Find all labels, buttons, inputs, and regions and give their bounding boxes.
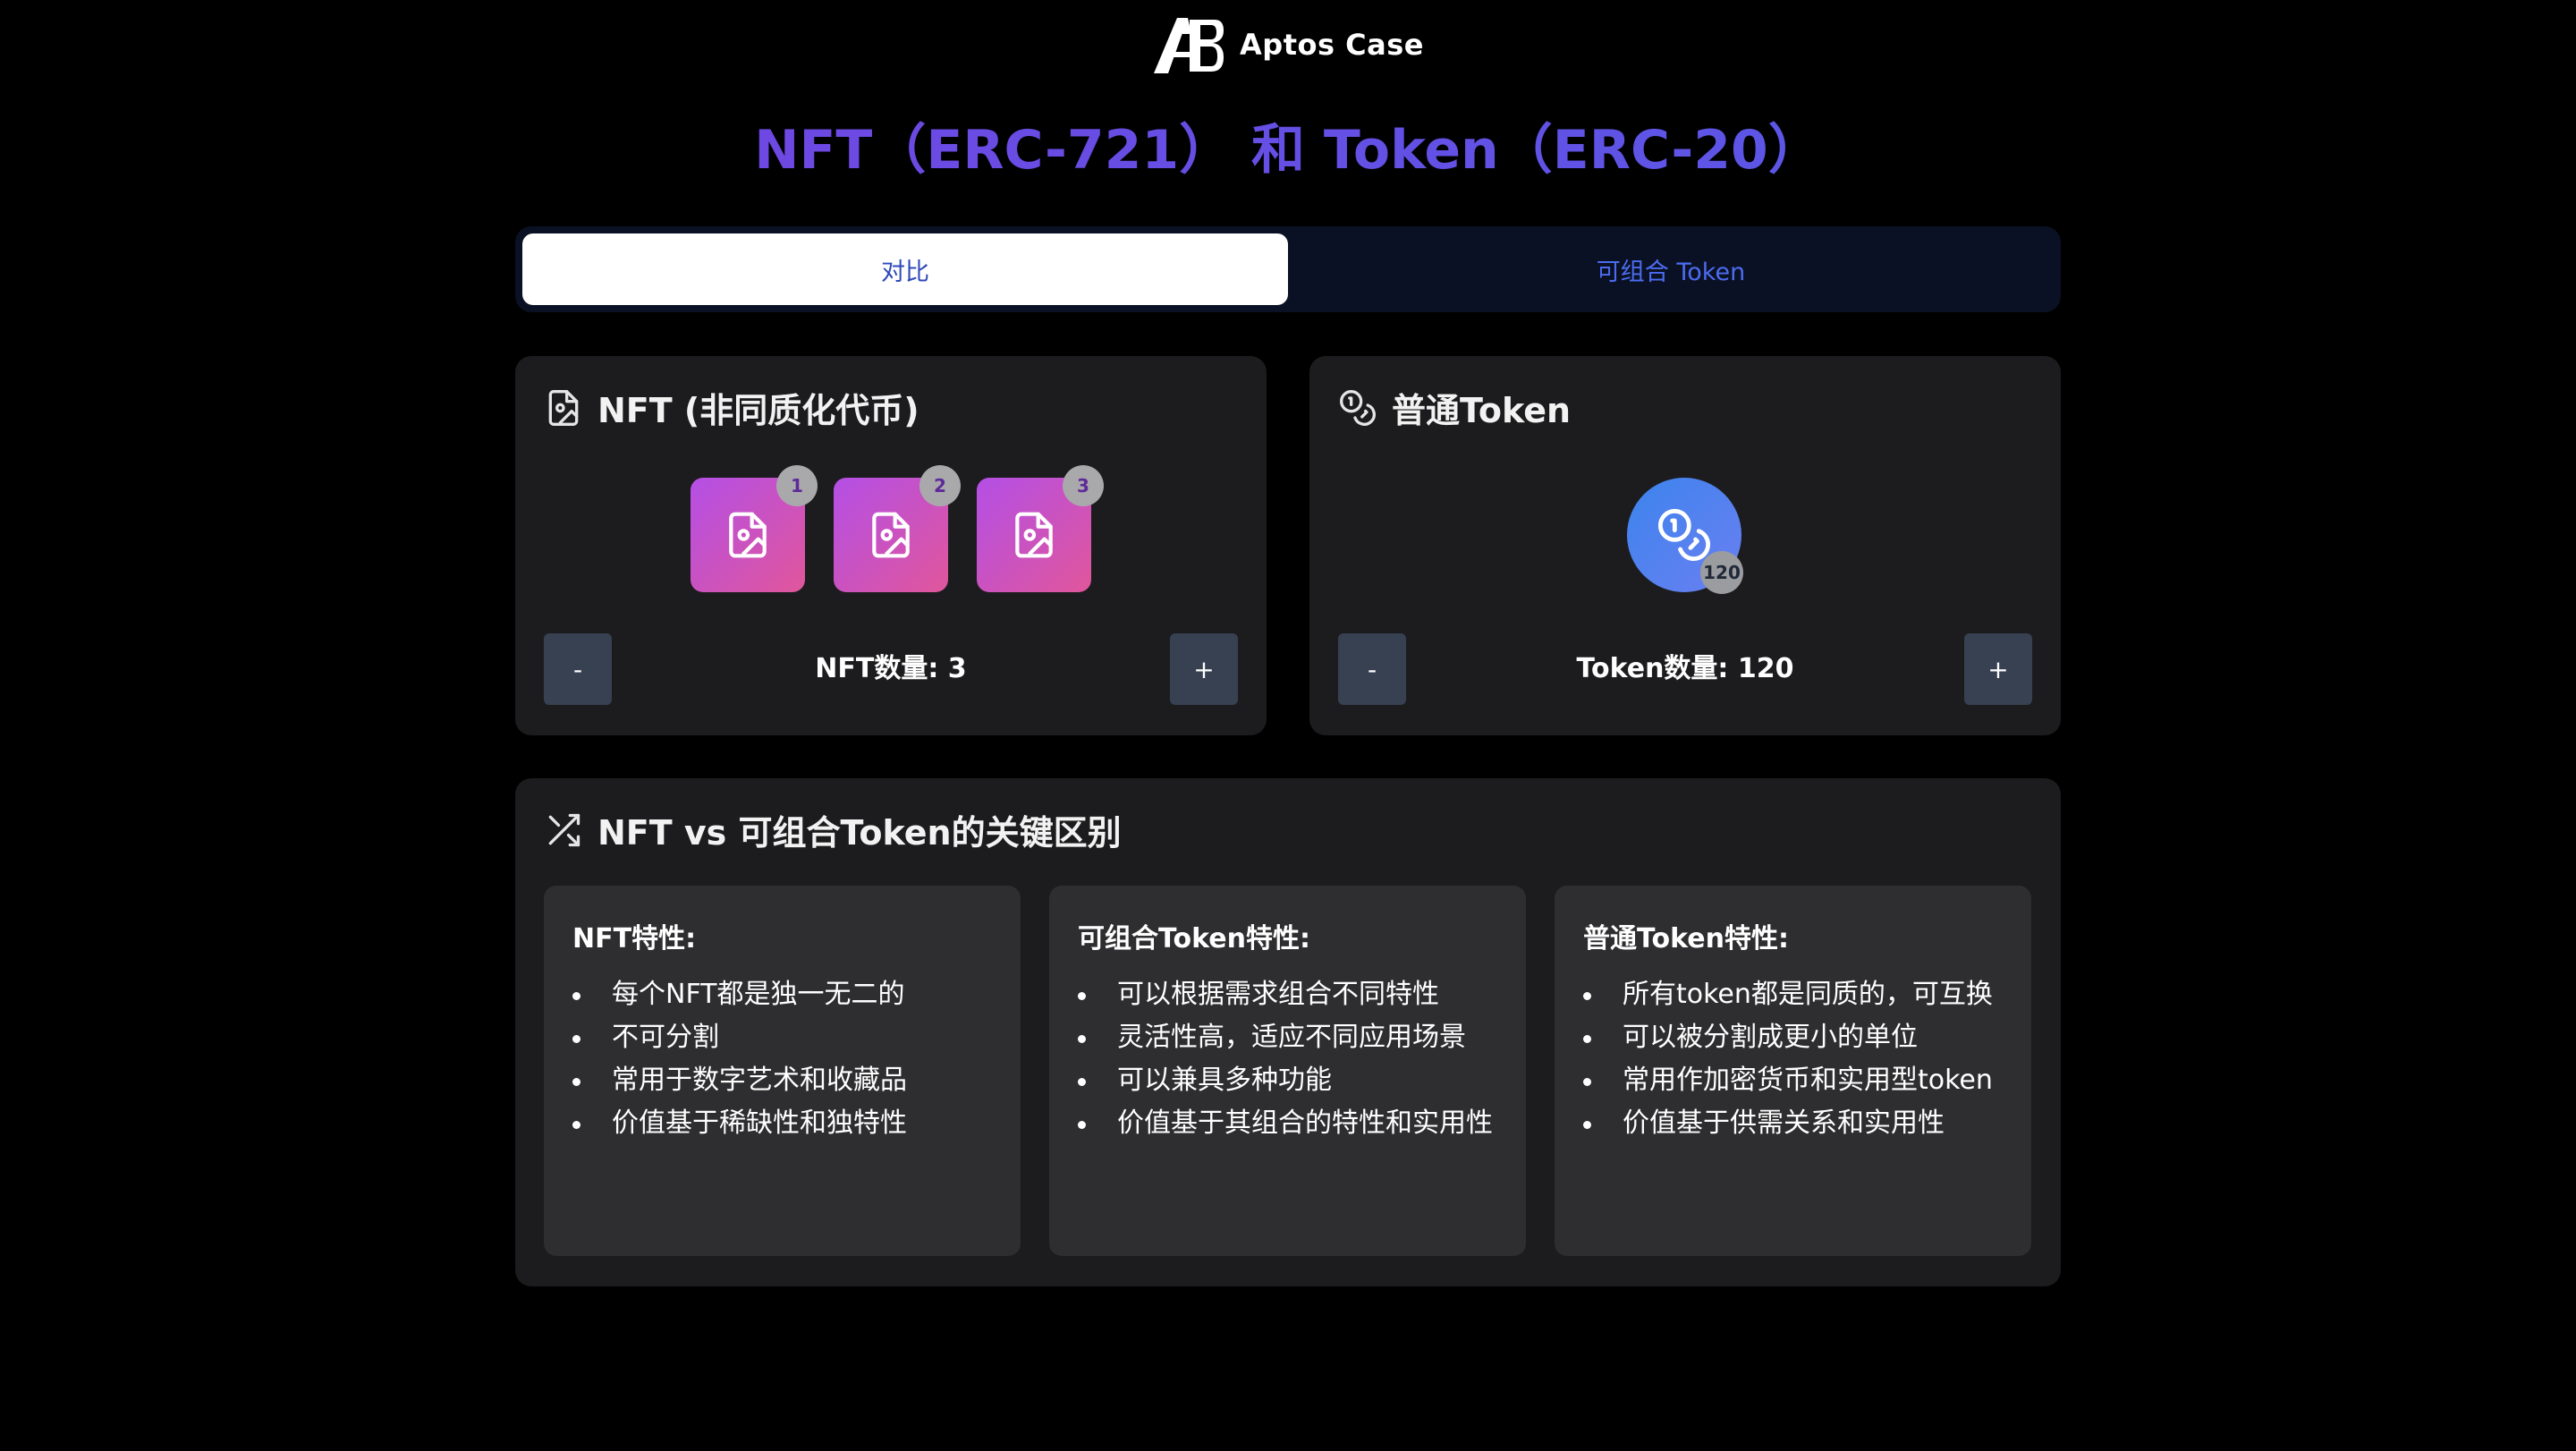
composable-token-features-panel: 可组合Token特性: 可以根据需求组合不同特性 灵活性高，适应不同应用场景 可… bbox=[1049, 886, 1526, 1256]
regular-token-features-panel: 普通Token特性: 所有token都是同质的，可互换 可以被分割成更小的单位 … bbox=[1555, 886, 2031, 1256]
token-card: 普通Token 120 Token数量: 120 - + bbox=[1309, 356, 2061, 735]
token-count-badge: 120 bbox=[1700, 551, 1743, 594]
list-item: 可以根据需求组合不同特性 bbox=[1078, 973, 1497, 1016]
list-item: 所有token都是同质的，可互换 bbox=[1583, 973, 2003, 1016]
list-item: 价值基于稀缺性和独特性 bbox=[572, 1102, 992, 1145]
panel-title: 可组合Token特性: bbox=[1078, 923, 1310, 955]
list-item: 不可分割 bbox=[572, 1016, 992, 1059]
feature-list: 所有token都是同质的，可互换 可以被分割成更小的单位 常用作加密货币和实用型… bbox=[1583, 973, 2003, 1145]
token-card-header: 普通Token bbox=[1338, 383, 1571, 432]
differences-card: NFT vs 可组合Token的关键区别 NFT特性: 每个NFT都是独一无二的… bbox=[515, 778, 2061, 1286]
nft-tile: 2 bbox=[834, 465, 961, 592]
panel-title: 普通Token特性: bbox=[1583, 923, 1789, 955]
feature-list: 每个NFT都是独一无二的 不可分割 常用于数字艺术和收藏品 价值基于稀缺性和独特… bbox=[572, 973, 992, 1145]
image-file-icon bbox=[729, 512, 767, 558]
token-controls: Token数量: 120 - + bbox=[1338, 633, 2032, 705]
nft-increment-button[interactable]: + bbox=[1170, 633, 1238, 705]
list-item: 灵活性高，适应不同应用场景 bbox=[1078, 1016, 1497, 1059]
feature-panels: NFT特性: 每个NFT都是独一无二的 不可分割 常用于数字艺术和收藏品 价值基… bbox=[544, 886, 2031, 1256]
page-title: NFT（ERC-721） 和 Token（ERC-20） bbox=[0, 115, 2576, 186]
app-header: Aptos Case bbox=[0, 13, 2576, 77]
feature-list: 可以根据需求组合不同特性 灵活性高，适应不同应用场景 可以兼具多种功能 价值基于… bbox=[1078, 973, 1497, 1145]
token-coin: 120 bbox=[1627, 478, 1743, 594]
shuffle-icon bbox=[548, 813, 580, 846]
nft-card-title: NFT (非同质化代币) bbox=[597, 391, 919, 430]
nft-features-panel: NFT特性: 每个NFT都是独一无二的 不可分割 常用于数字艺术和收藏品 价值基… bbox=[544, 886, 1021, 1256]
tab-composable-token[interactable]: 可组合 Token bbox=[1288, 233, 2054, 305]
nft-count: NFT数量: 3 bbox=[815, 653, 967, 684]
nft-card-header: NFT (非同质化代币) bbox=[544, 383, 919, 432]
list-item: 价值基于供需关系和实用性 bbox=[1583, 1102, 2003, 1145]
token-card-title: 普通Token bbox=[1392, 391, 1572, 430]
nft-tile: 1 bbox=[691, 465, 818, 592]
image-file-icon bbox=[872, 512, 910, 558]
differences-card-title: NFT vs 可组合Token的关键区别 bbox=[597, 813, 1122, 853]
differences-card-header: NFT vs 可组合Token的关键区别 bbox=[544, 805, 1122, 854]
coins-icon bbox=[1340, 389, 1376, 426]
nft-tile-badge: 1 bbox=[776, 465, 818, 506]
nft-tiles: 1 2 3 bbox=[691, 465, 1104, 592]
nft-decrement-button[interactable]: - bbox=[544, 633, 612, 705]
coins-icon bbox=[1657, 508, 1711, 562]
token-count: Token数量: 120 bbox=[1576, 653, 1794, 684]
nft-tile-badge: 2 bbox=[919, 465, 961, 506]
nft-controls: NFT数量: 3 - + bbox=[544, 633, 1238, 705]
tab-compare[interactable]: 对比 bbox=[522, 233, 1288, 305]
panel-title: NFT特性: bbox=[572, 923, 697, 955]
nft-tile: 3 bbox=[977, 465, 1104, 592]
list-item: 常用作加密货币和实用型token bbox=[1583, 1059, 2003, 1102]
token-decrement-button[interactable]: - bbox=[1338, 633, 1406, 705]
list-item: 常用于数字艺术和收藏品 bbox=[572, 1059, 992, 1102]
nft-card: NFT (非同质化代币) 1 2 3 NFT数量: 3 - + bbox=[515, 356, 1267, 735]
list-item: 可以兼具多种功能 bbox=[1078, 1059, 1497, 1102]
image-file-icon bbox=[1015, 512, 1053, 558]
image-file-icon bbox=[548, 389, 579, 426]
list-item: 价值基于其组合的特性和实用性 bbox=[1078, 1102, 1497, 1145]
aptos-case-logo bbox=[1154, 18, 1224, 73]
tab-bar: 对比 可组合 Token bbox=[515, 226, 2061, 312]
nft-tile-badge: 3 bbox=[1063, 465, 1104, 506]
brand-name: Aptos Case bbox=[1240, 28, 1424, 62]
list-item: 可以被分割成更小的单位 bbox=[1583, 1016, 2003, 1059]
token-increment-button[interactable]: + bbox=[1964, 633, 2032, 705]
list-item: 每个NFT都是独一无二的 bbox=[572, 973, 992, 1016]
